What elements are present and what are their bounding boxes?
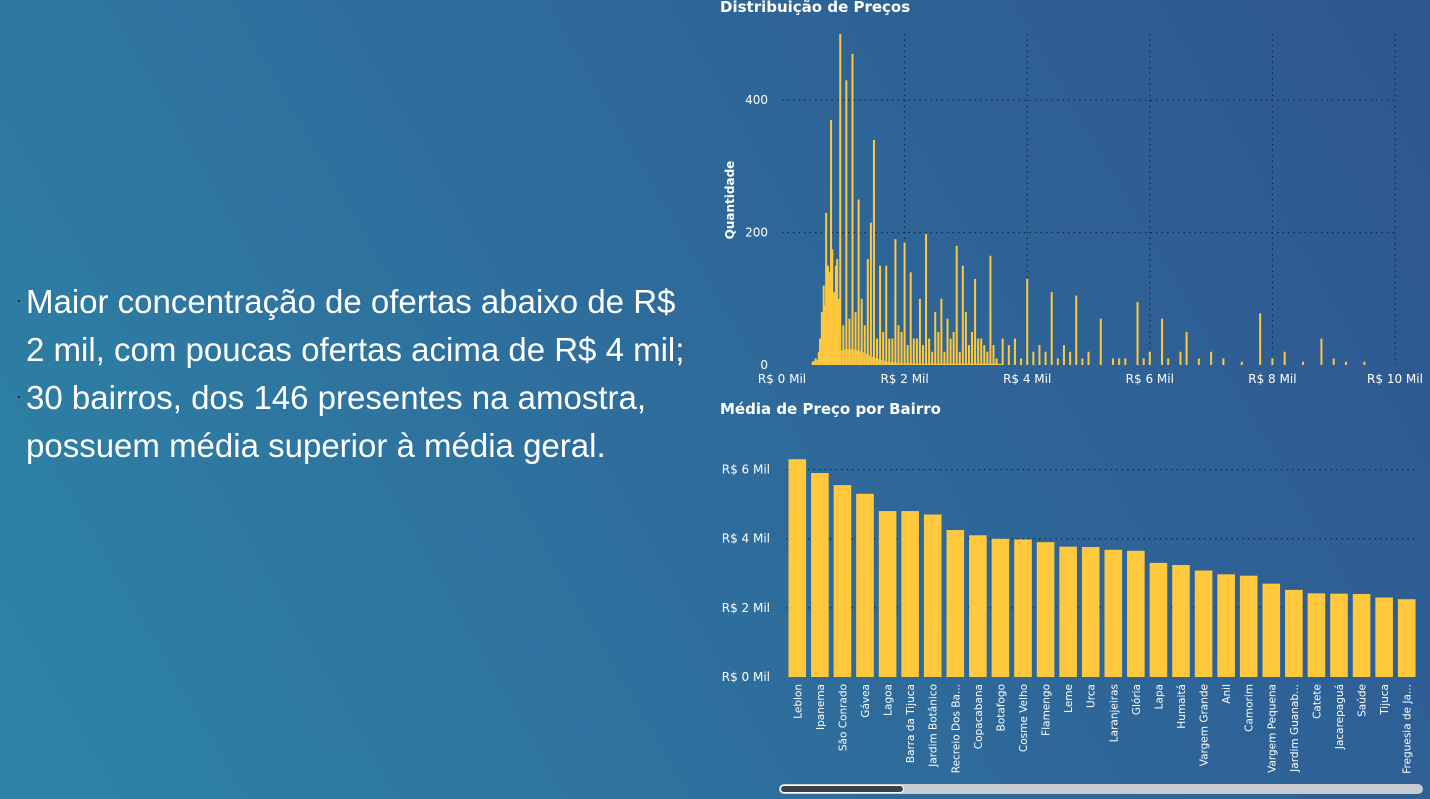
neighborhood-label: Catete [1311,684,1323,719]
bar-chart-y-tick-label: R$ 6 Mil [722,463,770,477]
neighborhood-label: Leblon [792,684,804,719]
neighborhood-bar [969,535,987,677]
neighborhood-bar [1397,599,1416,677]
neighborhood-label: Jardim Guanab... [1289,684,1301,773]
neighborhood-label: São Conrado [837,684,849,751]
neighborhood-bar [946,530,965,677]
neighborhood-label: Botafogo [995,684,1007,731]
neighborhood-label: Lagoa [883,684,895,716]
neighborhood-bar [1352,594,1371,677]
neighborhood-bar [1059,546,1077,677]
neighborhood-label: Anil [1221,684,1233,704]
neighborhood-label: Copacabana [973,684,985,749]
neighborhood-bar [1172,564,1190,677]
neighborhood-label: Ipanema [815,684,827,730]
neighborhood-label: Vargem Grande [1199,684,1211,766]
scrollbar-thumb[interactable] [780,785,904,793]
bar-chart-y-tick-label: R$ 4 Mil [722,532,770,546]
neighborhood-label: Gávea [860,684,872,718]
neighborhood-label: Jardim Botânico [928,684,940,768]
neighborhood-label: Laranjeiras [1108,684,1120,742]
neighborhood-bar [811,473,829,677]
neighborhood-bar [1194,570,1213,677]
neighborhood-label: Lapa [1153,684,1165,709]
neighborhood-bar [923,514,942,677]
neighborhood-bar [1104,549,1123,677]
neighborhood-label: Tijuca [1379,684,1391,716]
neighborhood-label: Urca [1086,684,1098,708]
neighborhood-bar [1262,583,1281,677]
neighborhood-bar [1127,550,1145,677]
neighborhood-label: Glória [1131,684,1143,715]
neighborhood-label: Vargem Pequena [1266,684,1278,773]
neighborhood-label: Leme [1063,684,1075,713]
neighborhood-bar [833,485,852,677]
neighborhood-bar [1375,597,1393,677]
neighborhood-label: Flamengo [1041,684,1053,736]
neighborhood-bar [1014,539,1032,677]
neighborhood-bar-chart: R$ 0 Mil R$ 2 Mil R$ 4 Mil R$ 6 Mil Leblon Ip… [722,459,1418,774]
neighborhood-label: Recreio Dos Ba... [950,684,962,773]
neighborhood-bar [1036,542,1055,677]
neighborhood-label: Jacarepaguá [1334,684,1346,750]
neighborhood-label: Camorim [1244,684,1256,732]
neighborhood-bar [878,511,897,677]
neighborhood-bar [1330,593,1348,677]
neighborhood-label: Saúde [1357,684,1369,717]
neighborhood-bar [856,493,874,677]
horizontal-scrollbar[interactable] [779,784,1423,794]
bar-chart-y-tick-label: R$ 0 Mil [722,670,770,684]
neighborhood-bar [1285,589,1303,677]
neighborhood-label: Humaitá [1176,684,1188,729]
neighborhood-bar [991,538,1010,677]
neighborhood-label: Cosme Velho [1018,684,1030,752]
neighborhood-label: Freguesia de Ja... [1402,684,1414,774]
neighborhood-bar [1307,593,1326,677]
neighborhood-bar [1081,547,1100,677]
neighborhood-bar [1239,575,1258,677]
neighborhood-bar [901,511,919,677]
neighborhood-label: Barra da Tijuca [905,684,917,763]
neighborhood-bar [1149,562,1168,677]
neighborhood-bar [788,459,807,677]
bar-chart-y-tick-label: R$ 2 Mil [722,601,770,615]
neighborhood-bar [1217,574,1235,677]
